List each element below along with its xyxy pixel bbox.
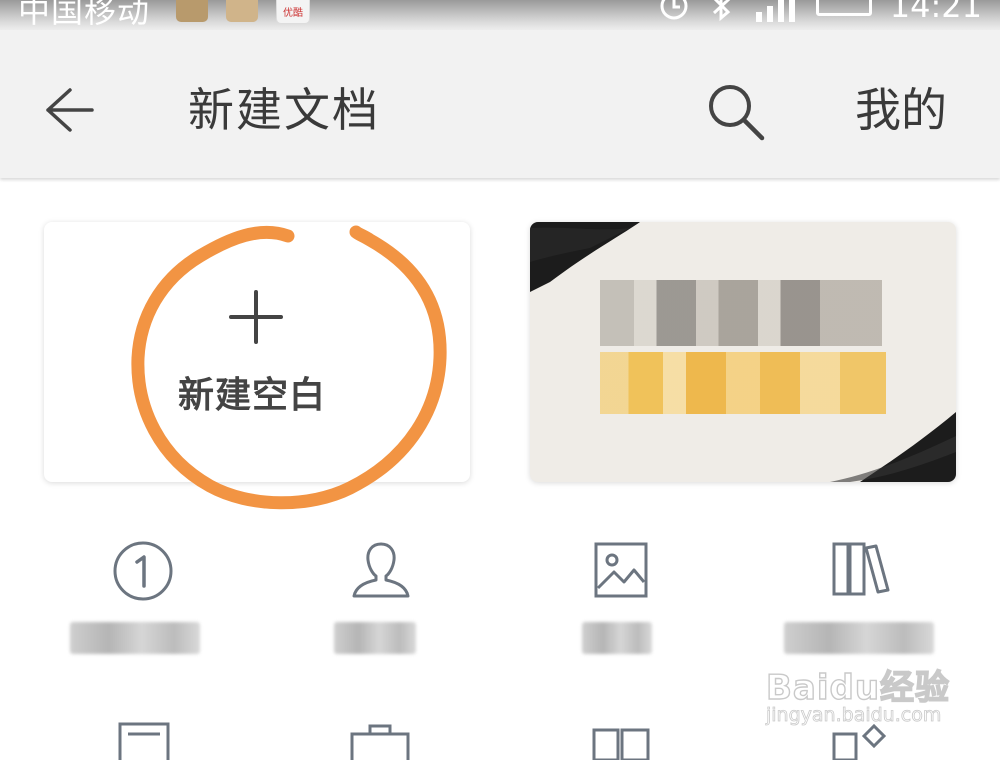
grid-item-4-label-pixelated — [784, 622, 934, 654]
back-arrow-icon[interactable] — [40, 82, 96, 138]
plus-icon — [229, 290, 283, 344]
grid-item-3[interactable] — [520, 540, 720, 680]
new-blank-card[interactable] — [44, 222, 470, 482]
grid-item-1[interactable] — [42, 540, 242, 680]
grid-item-2[interactable] — [280, 540, 480, 680]
number-one-circle-icon — [113, 541, 173, 601]
youku-notification-icon: 优酷 — [276, 0, 310, 24]
carrier-name: 中国移动 — [18, 0, 151, 30]
status-time: 14:21 — [889, 0, 982, 25]
page-title: 新建文档 — [188, 83, 380, 137]
battery-icon — [815, 0, 872, 16]
youku-label: 优酷 — [283, 8, 303, 19]
grid-item-2-label-pixelated — [334, 622, 416, 654]
status-bar: 中国移动 优酷 14:21 — [0, 0, 1000, 30]
alarm-icon — [660, 0, 688, 20]
edit-icon[interactable] — [830, 720, 892, 760]
grid-item-4[interactable] — [760, 540, 960, 680]
person-icon — [352, 542, 410, 598]
bluetooth-icon — [712, 0, 730, 22]
template-subtitle-pixelated — [600, 352, 886, 414]
gallery-notification-icon — [226, 0, 258, 22]
signal-icon — [755, 0, 795, 22]
mine-button[interactable]: 我的 — [855, 82, 947, 138]
briefcase-icon[interactable] — [350, 720, 412, 760]
template-card[interactable] — [530, 222, 956, 482]
app-notification-icon — [176, 0, 208, 22]
search-icon[interactable] — [704, 80, 766, 142]
books-icon — [832, 542, 890, 596]
grid-item-1-label-pixelated — [70, 622, 200, 654]
open-book-icon[interactable] — [590, 720, 652, 760]
grid-item-3-label-pixelated — [582, 622, 652, 654]
template-title-pixelated — [600, 280, 882, 346]
new-blank-label: 新建空白 — [178, 375, 327, 416]
document-icon[interactable] — [116, 720, 178, 760]
app-bar: 新建文档 我的 — [0, 30, 1000, 178]
picture-icon — [594, 542, 648, 598]
